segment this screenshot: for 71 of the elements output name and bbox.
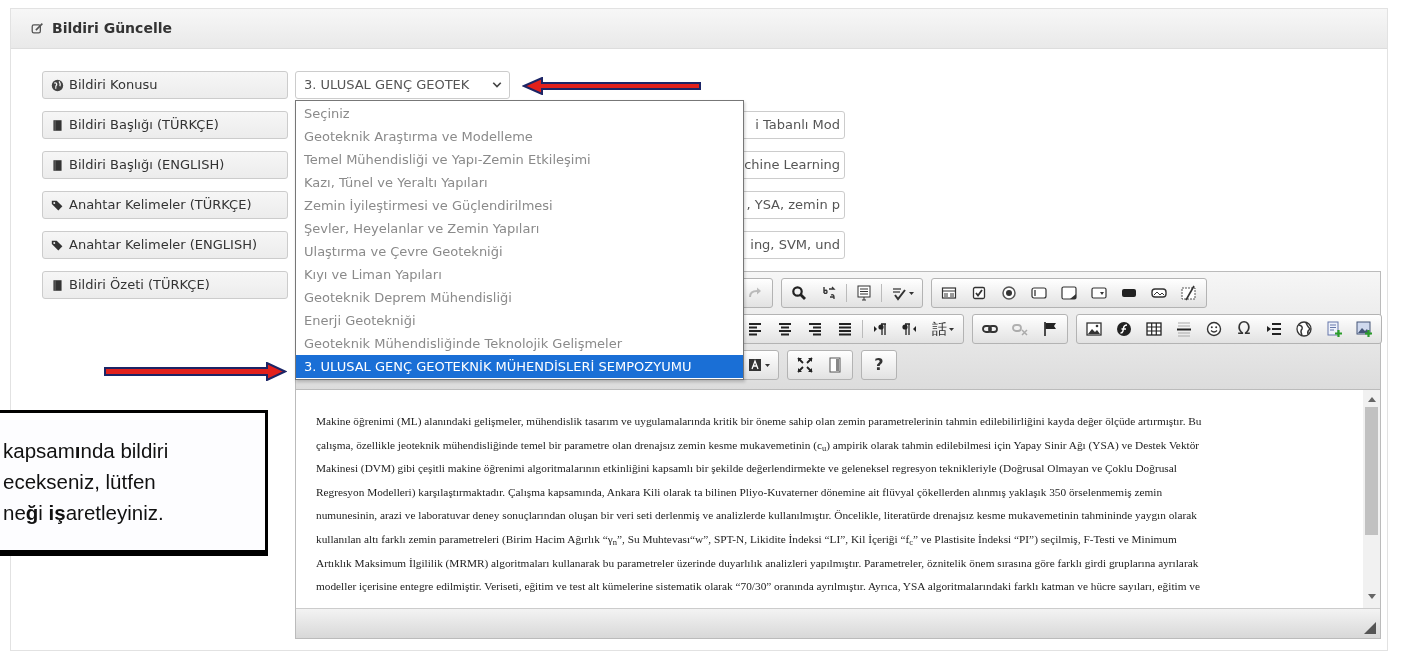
caret-icon	[949, 327, 954, 331]
dropdown-option[interactable]: Şevler, Heyelanlar ve Zemin Yapıları	[296, 217, 743, 240]
maximize-icon	[797, 357, 813, 373]
option-control-icon	[1001, 285, 1017, 301]
dropdown-option[interactable]: Geoteknik Mühendisliğinde Teknolojik Gelişmeler	[296, 332, 743, 355]
abstract-text: Makine öğrenimi (ML) alanındaki gelişmeler, mühendislik tasarım ve uygulamalarında kritik bir öneme sahip olan zemin parametrelerinin tahmin edilebilirliğini kayda değer ölçüde artırmıştır. Bu çalışma, özellikle jeoteknik mühendisliğinde temel bir parametre olan drenajsız zemin kesme mukavemetinin (c$_{u}$) ampirik olarak tahmin edilebilmesi için Yapay Sinir Ağı (YSA) ve Destek Vektör Makinesi (DVM) gibi çeşitli makine öğrenimi algoritmalarının etkinliğini kapsamlı bir şekilde değerlendirmekte ve geleneksel regresyon teknikleriyle (Doğrusal Olmayan ve Çoklu Doğrusal Regresyon Modelleri) karşılaştırmaktadır. Çalışma kapsamında, Ankara Kili olarak ta bilinen Pliyo-Kuvaterner dönemine ait flüvyal çökellerden alınmış yaklaşık 350 örselenmemiş zemin numunesinin, arazi ve laboratuvar deney sonuçlarından oluşan bir veri seti derlenmiş ve analizlerde kullanılmıştır. Öncelikle, literatürde drenajsız kesme mukavemetinin tahmininde yaygın olarak kullanılan altı farklı zemin parametreleri (Birim Hacim Ağırlık “γ$_{n}$”, Su Muhtevası“w”, SPT-N, Likidite İndeksi “LI”, Kil İçeriği “f$_{c}$” ve Plastisite İndeksi “PI”) seçilmiş, F-Testi ve Minimum Artıklık Maksimum İlgililik (MRMR) algoritmaları kullanarak bu parametreler üzerinde duyarlılık analizleri yapılmıştır. Parametreler, öznitelik önem sırasına göre farklı girdi gruplarına ayrılarak modeller içerisine entegre edilmiştir. Veriseti, eğitim ve test alt kümelerine sistematik olarak “70/30” oranında ayrılmıştır. Ayrıca, YSA algoritmalarındaki farklı katman ve hücre sayıları, eğitim ve	[315, 414, 1203, 595]
image-icon-button	[1151, 285, 1167, 301]
replace-icon	[821, 285, 837, 301]
globe-icon	[51, 78, 64, 92]
select-icon	[1091, 285, 1107, 301]
show-blocks-icon	[827, 357, 843, 373]
dropdown-option[interactable]: Ulaştırma ve Çevre Geotekniği	[296, 240, 743, 263]
text-direction-icon	[902, 321, 918, 337]
form-icon	[941, 285, 957, 301]
label-text: Anahtar Kelimeler (TÜRKÇE)	[69, 196, 252, 215]
flash-icon	[1116, 321, 1132, 337]
anchor-icon	[1042, 321, 1058, 337]
label-text: Bildiri Konusu	[69, 76, 158, 95]
edit-icon	[31, 22, 44, 35]
label-text: Bildiri Özeti (TÜRKÇE)	[69, 276, 210, 295]
tag-icon	[51, 238, 64, 252]
justify-icon	[837, 321, 853, 337]
image-icon	[1086, 321, 1102, 337]
scrollbar-thumb[interactable]	[1365, 407, 1378, 535]
align-center-icon	[777, 321, 793, 337]
align-left-icon	[747, 321, 763, 337]
special-character-button[interactable]: Ω	[1229, 316, 1259, 342]
help-button[interactable]: ?	[864, 352, 894, 378]
text-direction-icon	[872, 321, 888, 337]
text-area-icon	[1061, 285, 1077, 301]
dropdown-option[interactable]: 3. ULUSAL GENÇ GEOTEKNİK MÜHENDİSLERİ SEMPOZYUMU	[296, 355, 743, 378]
dropdown-option[interactable]: Temel Mühendisliği ve Yapı-Zemin Etkileşimi	[296, 148, 743, 171]
hidden-field-icon	[1181, 285, 1197, 301]
horizontal-line-icon	[1176, 321, 1192, 337]
callout-text: kapsamında bildiri ecekseniz, lütfen neği işaretleyiniz.	[2, 438, 169, 526]
scroll-down-icon	[1366, 593, 1377, 600]
resize-handle-icon	[1364, 622, 1376, 634]
scroll-up-icon	[1366, 396, 1377, 403]
unlink-icon	[1012, 321, 1028, 337]
language-button[interactable]: 話	[925, 316, 961, 342]
caret-icon	[908, 291, 914, 295]
add-image-icon	[1356, 321, 1372, 337]
table-icon	[1146, 321, 1162, 337]
dropdown-option[interactable]: Enerji Geotekniği	[296, 309, 743, 332]
panel-title: Bildiri Güncelle	[52, 19, 172, 38]
book-icon	[51, 118, 64, 132]
add-document-icon	[1326, 321, 1342, 337]
templates-icon	[856, 285, 872, 301]
text-field-icon	[1031, 285, 1047, 301]
label-text: Bildiri Başlığı (TÜRKÇE)	[69, 116, 219, 135]
topic-select[interactable]: 3. ULUSAL GENÇ GEOTEK	[295, 71, 510, 99]
tick-control-icon	[971, 285, 987, 301]
align-right-icon	[807, 321, 823, 337]
label-text: Bildiri Başlığı (ENGLISH)	[69, 156, 225, 175]
dropdown-option[interactable]: Kıyı ve Liman Yapıları	[296, 263, 743, 286]
tag-icon	[51, 198, 64, 212]
label-text: Anahtar Kelimeler (ENGLISH)	[69, 236, 257, 255]
search-icon	[791, 285, 807, 301]
dropdown-option[interactable]: Seçiniz	[296, 102, 743, 125]
dropdown-option[interactable]: Kazı, Tünel ve Yeraltı Yapıları	[296, 171, 743, 194]
dropdown-option[interactable]: Geoteknik Deprem Mühendisliği	[296, 286, 743, 309]
page-break-icon	[1266, 321, 1282, 337]
dropdown-option[interactable]: Zemin İyileştirmesi ve Güçlendirilmesi	[296, 194, 743, 217]
dropdown-option[interactable]: Geoteknik Araştırma ve Modelleme	[296, 125, 743, 148]
smiley-icon	[1206, 321, 1222, 337]
book-icon	[51, 278, 64, 292]
text-color-icon	[746, 357, 763, 373]
book-icon	[51, 158, 64, 172]
iframe-icon	[1296, 321, 1312, 337]
spellcheck-icon	[890, 285, 907, 301]
caret-icon	[764, 363, 770, 367]
